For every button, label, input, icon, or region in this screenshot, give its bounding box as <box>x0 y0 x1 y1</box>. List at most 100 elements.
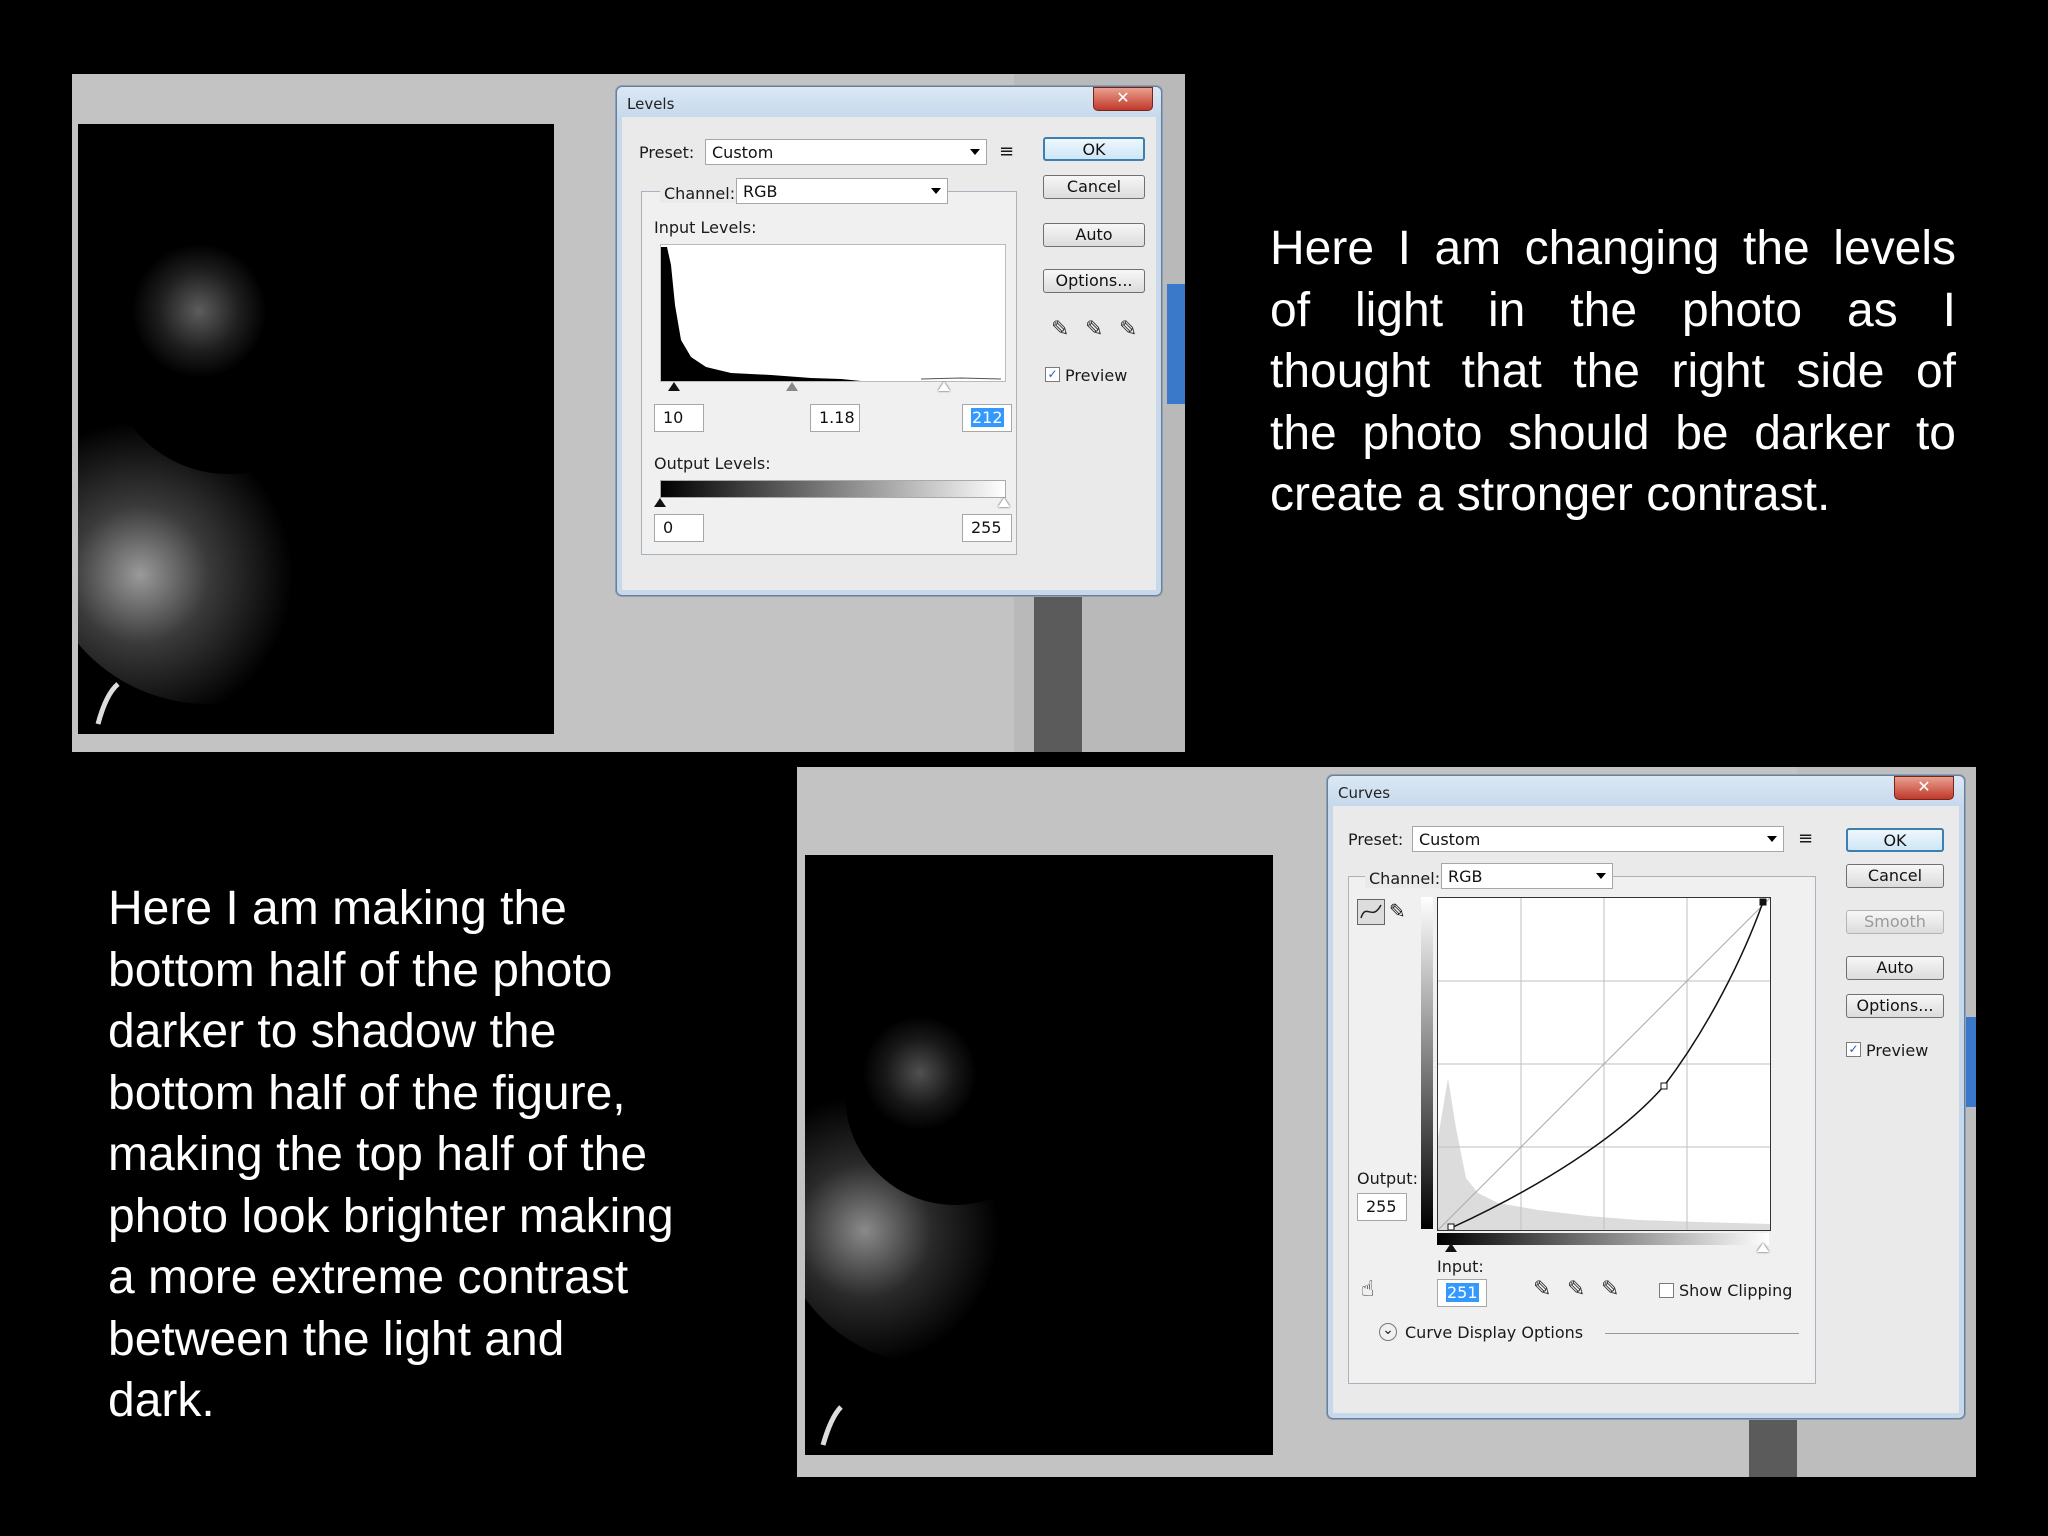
ok-button[interactable]: OK <box>1846 828 1944 852</box>
input-gamma-field[interactable]: 1.18 <box>810 404 860 432</box>
preset-menu-icon[interactable]: ≡ <box>1798 828 1813 849</box>
preview-checkbox[interactable]: ✓ <box>1045 367 1060 382</box>
preview-checkbox[interactable]: ✓ <box>1846 1042 1861 1057</box>
portrait-image <box>78 124 554 734</box>
output-field[interactable]: 255 <box>1357 1193 1407 1221</box>
gamma-slider[interactable] <box>786 382 798 391</box>
curve-tool-button[interactable] <box>1357 899 1385 925</box>
caption-line: Here I am making the <box>108 882 567 935</box>
input-gradient <box>1437 1233 1769 1245</box>
photo-canvas <box>78 124 554 734</box>
channel-value: RGB <box>1448 867 1483 886</box>
white-point-slider[interactable] <box>938 382 950 391</box>
black-point-slider[interactable] <box>668 382 680 391</box>
input-white-value: 212 <box>971 408 1004 427</box>
channel-select[interactable]: RGB <box>736 178 948 204</box>
output-white-slider[interactable] <box>998 498 1010 507</box>
curves-title: Curves <box>1338 784 1391 802</box>
channel-select[interactable]: RGB <box>1441 863 1613 889</box>
levels-titlebar[interactable] <box>617 87 1161 117</box>
show-clipping-checkbox[interactable] <box>1659 1283 1674 1298</box>
options-button[interactable]: Options... <box>1043 269 1145 293</box>
levels-panel: Channel: RGB Input Levels: 10 1.18 212 O… <box>641 178 1017 555</box>
input-gamma-value: 1.18 <box>819 408 855 427</box>
caption-line: a more extreme contrast <box>108 1251 629 1304</box>
panel-blue-accent <box>1965 1017 1976 1107</box>
curves-panel: Channel: RGB ✎ Output: 255 Input: 251 ☝ … <box>1348 863 1816 1384</box>
output-gradient <box>660 480 1006 498</box>
photo-canvas <box>805 855 1273 1455</box>
histogram-plot <box>661 247 1002 381</box>
levels-caption: Here I am changing the levels of light i… <box>1270 218 1956 526</box>
channel-label: Channel: <box>1365 869 1445 888</box>
input-label: Input: <box>1437 1257 1484 1276</box>
hand-tool-icon[interactable]: ☝ <box>1361 1277 1374 1302</box>
ok-button[interactable]: OK <box>1043 137 1145 161</box>
expand-icon[interactable]: ⌄ <box>1379 1323 1397 1341</box>
preview-label: Preview <box>1866 1041 1929 1060</box>
input-white-field[interactable]: 212 <box>962 404 1012 432</box>
curves-caption: Here I am making the bottom half of the … <box>108 878 748 1432</box>
options-button[interactable]: Options... <box>1846 994 1944 1018</box>
close-button[interactable]: ✕ <box>1093 87 1153 111</box>
caption-line: thought that the right side of <box>1270 345 1956 398</box>
cancel-button[interactable]: Cancel <box>1846 864 1944 888</box>
levels-title: Levels <box>627 95 675 113</box>
caption-line: darker to shadow the <box>108 1005 557 1058</box>
caption-line: create a stronger contrast. <box>1270 468 1831 521</box>
input-black-field[interactable]: 10 <box>654 404 704 432</box>
gray-eyedropper-icon[interactable]: ✎ <box>1567 1277 1585 1302</box>
cancel-button[interactable]: Cancel <box>1043 175 1145 199</box>
preset-select[interactable]: Custom <box>1412 826 1784 852</box>
close-icon: ✕ <box>1917 777 1931 796</box>
black-eyedropper-icon[interactable]: ✎ <box>1051 317 1069 342</box>
caption-line: of light in the photo as I <box>1270 283 1956 337</box>
white-eyedropper-icon[interactable]: ✎ <box>1119 317 1137 342</box>
curve-display-options-label[interactable]: Curve Display Options <box>1405 1323 1583 1342</box>
output-black-field[interactable]: 0 <box>654 514 704 542</box>
auto-button[interactable]: Auto <box>1846 956 1944 980</box>
auto-button[interactable]: Auto <box>1043 223 1145 247</box>
pencil-tool-icon[interactable]: ✎ <box>1389 899 1406 923</box>
curve-tool-icon <box>1360 904 1382 919</box>
input-value: 251 <box>1446 1283 1479 1302</box>
black-eyedropper-icon[interactable]: ✎ <box>1533 1277 1551 1302</box>
output-gradient <box>1421 897 1433 1229</box>
white-eyedropper-icon[interactable]: ✎ <box>1601 1277 1619 1302</box>
chevron-down-icon <box>1767 836 1777 842</box>
smooth-button[interactable]: Smooth <box>1846 910 1944 934</box>
close-button[interactable]: ✕ <box>1894 776 1954 800</box>
channel-value: RGB <box>743 182 778 201</box>
input-levels-label: Input Levels: <box>654 218 757 237</box>
preview-label: Preview <box>1065 366 1128 385</box>
portrait-image <box>805 855 1273 1455</box>
white-point-slider[interactable] <box>1757 1243 1769 1252</box>
input-field[interactable]: 251 <box>1437 1279 1487 1307</box>
output-white-value: 255 <box>971 518 1002 537</box>
show-clipping-label: Show Clipping <box>1679 1281 1793 1300</box>
black-point-slider[interactable] <box>1445 1243 1457 1252</box>
output-black-value: 0 <box>663 518 674 537</box>
preset-value: Custom <box>1419 830 1481 849</box>
caption-line: dark. <box>108 1374 215 1427</box>
channel-label: Channel: <box>660 184 740 203</box>
curve-graph[interactable] <box>1437 897 1771 1231</box>
gray-eyedropper-icon[interactable]: ✎ <box>1085 317 1103 342</box>
output-value: 255 <box>1366 1197 1397 1216</box>
chevron-down-icon <box>1596 873 1606 879</box>
curves-dialog: Curves ✕ Preset: Custom ≡ Channel: RGB ✎ <box>1327 775 1965 1419</box>
close-icon: ✕ <box>1116 88 1130 107</box>
curves-titlebar[interactable] <box>1328 776 1964 806</box>
preset-menu-icon[interactable]: ≡ <box>999 141 1014 162</box>
levels-dialog: Levels ✕ Preset: Custom ≡ Channel: RGB I… <box>616 86 1162 596</box>
caption-line: Here I am changing the levels <box>1270 222 1956 275</box>
preset-label: Preset: <box>639 143 695 162</box>
preset-select[interactable]: Custom <box>705 139 987 165</box>
panel-blue-accent <box>1167 284 1185 404</box>
scrollbar-track[interactable] <box>1034 574 1082 752</box>
caption-line: bottom half of the photo <box>108 943 613 997</box>
output-black-slider[interactable] <box>654 498 666 507</box>
caption-line: the photo should be darker to <box>1270 406 1956 460</box>
caption-line: making the top half of the <box>108 1128 648 1181</box>
output-white-field[interactable]: 255 <box>962 514 1012 542</box>
